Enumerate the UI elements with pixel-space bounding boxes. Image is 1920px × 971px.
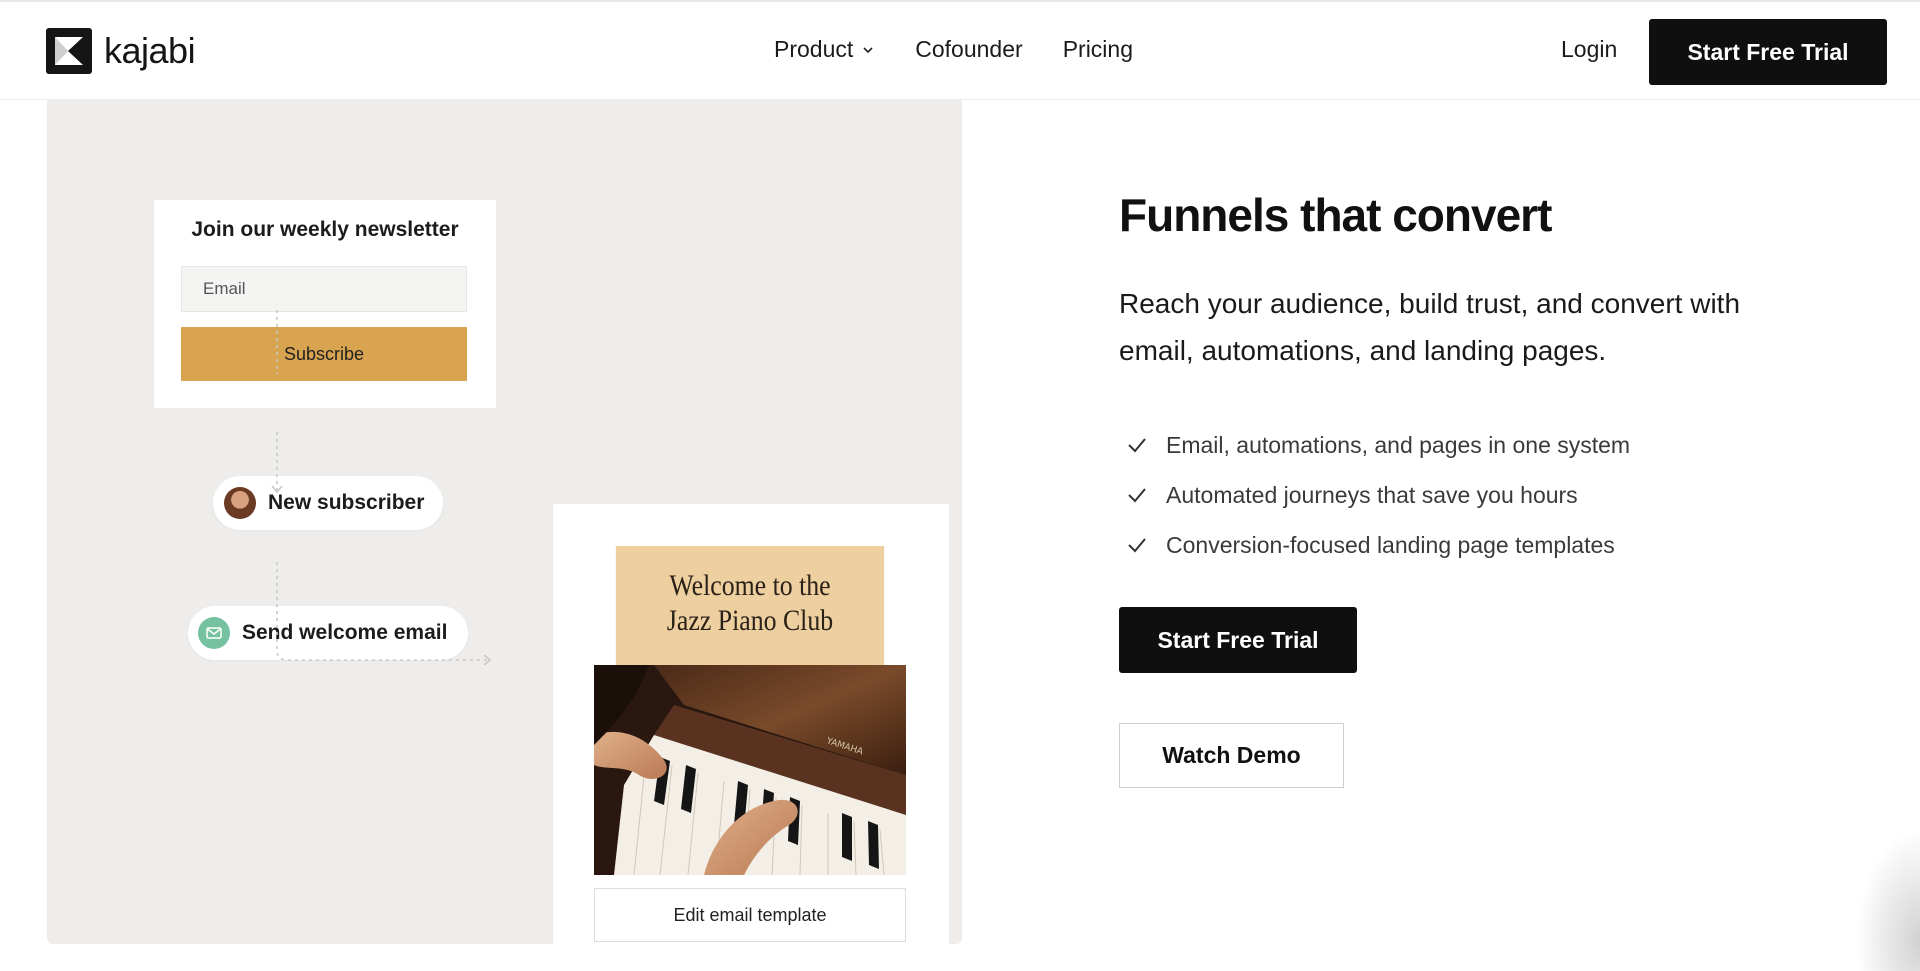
chevron-down-icon xyxy=(863,46,873,53)
section-headline: Funnels that convert xyxy=(1119,189,1552,241)
step-new-subscriber: New subscriber xyxy=(213,476,443,530)
edit-email-template-button[interactable]: Edit email template xyxy=(594,888,906,942)
login-link[interactable]: Login xyxy=(1561,36,1617,63)
email-preview-card: Welcome to the Jazz Piano Club YAMAHA Ed… xyxy=(553,504,949,971)
nav-item-label: Product xyxy=(774,36,854,62)
feature-text: Email, automations, and pages in one sys… xyxy=(1166,431,1631,458)
nav-item-label: Pricing xyxy=(1062,36,1133,62)
mail-icon xyxy=(198,617,230,649)
piano-photo: YAMAHA xyxy=(594,665,906,875)
feature-item: Email, automations, and pages in one sys… xyxy=(1126,420,1630,470)
email-headline-line: Welcome to the xyxy=(669,569,831,602)
brand-name: kajabi xyxy=(104,30,196,71)
section-description: Reach your audience, build trust, and co… xyxy=(1119,288,1741,366)
feature-text: Automated journeys that save you hours xyxy=(1166,481,1578,508)
feature-list: Email, automations, and pages in one sys… xyxy=(1126,420,1630,570)
feature-item: Automated journeys that save you hours xyxy=(1126,470,1630,520)
email-headline-line: Jazz Piano Club xyxy=(666,604,834,637)
nav-item-pricing[interactable]: Pricing xyxy=(1063,36,1133,63)
newsletter-card: Join our weekly newsletter Email Subscri… xyxy=(154,200,496,408)
kajabi-k-mark-icon xyxy=(46,28,92,74)
funnel-illustration-panel: Join our weekly newsletter Email Subscri… xyxy=(47,100,962,971)
check-icon xyxy=(1128,438,1146,453)
start-free-trial-button[interactable]: Start Free Trial xyxy=(1119,607,1357,673)
logo[interactable]: kajabi xyxy=(46,28,196,74)
step-label: New subscriber xyxy=(268,491,425,514)
subscribe-button[interactable]: Subscribe xyxy=(181,327,467,381)
nav-start-free-trial-button[interactable]: Start Free Trial xyxy=(1649,19,1887,85)
newsletter-title: Join our weekly newsletter xyxy=(191,218,459,241)
newsletter-email-field[interactable]: Email xyxy=(181,266,467,312)
primary-nav: Product Cofounder Pricing xyxy=(774,36,1133,63)
check-icon xyxy=(1128,488,1146,503)
step-send-welcome-email: Send welcome email xyxy=(188,606,468,660)
check-icon xyxy=(1128,538,1146,553)
nav-item-cofounder[interactable]: Cofounder xyxy=(915,36,1022,63)
feature-item: Conversion-focused landing page template… xyxy=(1126,520,1630,570)
feature-text: Conversion-focused landing page template… xyxy=(1166,531,1615,558)
nav-item-label: Cofounder xyxy=(915,36,1023,62)
watch-demo-button[interactable]: Watch Demo xyxy=(1119,723,1344,788)
nav-item-product[interactable]: Product xyxy=(774,36,875,63)
step-label: Send welcome email xyxy=(242,621,448,644)
avatar xyxy=(224,487,256,519)
email-preview-headline: Welcome to the Jazz Piano Club xyxy=(615,546,885,666)
corner-shadow xyxy=(1850,820,1920,971)
top-nav: kajabi Product Cofounder Pricing Login S… xyxy=(0,0,1920,100)
